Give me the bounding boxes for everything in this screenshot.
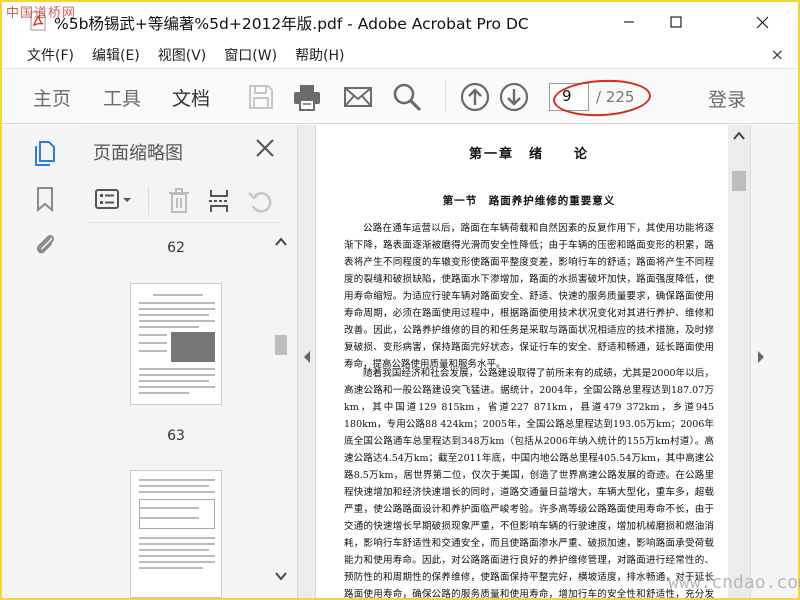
scroll-up-icon[interactable] <box>733 131 745 141</box>
toolbar-separator <box>445 81 446 113</box>
panel-toolbar <box>86 177 281 223</box>
panel-toolbar-separator <box>148 187 149 215</box>
options-menu-icon[interactable] <box>94 187 134 213</box>
maximize-icon <box>670 16 682 28</box>
document-scrollbar[interactable] <box>728 125 750 598</box>
thumbnails-panel: 页面缩略图 62 63 <box>78 125 298 598</box>
undo-icon[interactable] <box>246 187 274 215</box>
navigation-rail <box>2 125 78 598</box>
paragraph-2: 随着我国经济和社会发展，公路建设取得了前所未有的成绩，尤其是2000年以后，高速… <box>344 368 714 598</box>
thumbnails-scrollbar[interactable] <box>272 233 290 585</box>
close-icon <box>756 16 768 28</box>
expand-right-pane-icon[interactable] <box>757 351 765 363</box>
thumbnail-label-62: 62 <box>167 240 185 256</box>
main-toolbar: 主页 工具 文档 9 / 225 登录 <box>2 68 798 124</box>
menu-bar: 文件(F) 编辑(E) 视图(V) 窗口(W) 帮助(H) × <box>2 42 798 66</box>
tab-document[interactable]: 文档 <box>172 84 210 111</box>
watermark-bottom-right: www.cndao.com <box>668 572 800 593</box>
prev-page-icon[interactable] <box>459 81 491 113</box>
close-window-button[interactable] <box>739 6 785 38</box>
save-icon[interactable] <box>245 81 277 113</box>
window-title: %5b杨锡武+等编著%5d+2012年版.pdf - Adobe Acrobat… <box>54 15 529 33</box>
thumbnail-page-64[interactable] <box>130 470 222 598</box>
delete-icon[interactable] <box>166 187 192 215</box>
minimize-button[interactable] <box>606 6 652 38</box>
attachment-icon[interactable] <box>32 229 58 257</box>
right-tools-pane <box>750 125 798 598</box>
login-button[interactable]: 登录 <box>708 85 746 112</box>
close-document-button[interactable]: × <box>771 45 784 64</box>
search-icon[interactable] <box>391 81 423 113</box>
extract-icon[interactable] <box>206 187 232 215</box>
panel-splitter[interactable] <box>298 125 316 598</box>
minimize-icon <box>624 21 634 23</box>
document-page: 第一章 绪 论 第一节 路面养护维修的重要意义 公路在通车运营以后，路面在车辆荷… <box>334 125 724 598</box>
print-icon[interactable] <box>291 81 323 113</box>
next-page-icon[interactable] <box>498 81 530 113</box>
chapter-title: 第一章 绪 论 <box>468 147 589 162</box>
paragraph-1: 公路在通车运营以后，路面在车辆荷载和自然因素的反复作用下，其使用功能将逐渐下降，… <box>344 223 714 370</box>
page-thumbnails-icon[interactable] <box>32 139 58 167</box>
scroll-thumb[interactable] <box>732 171 746 191</box>
close-panel-icon[interactable] <box>254 137 276 159</box>
document-view[interactable]: 第一章 绪 论 第一节 路面养护维修的重要意义 公路在通车运营以后，路面在车辆荷… <box>316 125 728 598</box>
watermark-top-left: 中国道桥网 <box>6 6 77 21</box>
bookmark-icon[interactable] <box>32 185 58 213</box>
collapse-panel-icon[interactable] <box>303 351 311 363</box>
menu-help[interactable]: 帮助(H) <box>273 42 352 66</box>
title-bar: %5b杨锡武+等编著%5d+2012年版.pdf - Adobe Acrobat… <box>2 2 798 42</box>
thumbnail-label-63: 63 <box>167 428 185 444</box>
tab-tools[interactable]: 工具 <box>103 84 141 111</box>
maximize-button[interactable] <box>653 6 699 38</box>
panel-title: 页面缩略图 <box>93 143 183 164</box>
section-title: 第一节 路面养护维修的重要意义 <box>442 195 616 207</box>
thumbnail-page-63[interactable] <box>130 283 222 405</box>
email-icon[interactable] <box>342 81 374 113</box>
tab-home[interactable]: 主页 <box>33 84 71 111</box>
